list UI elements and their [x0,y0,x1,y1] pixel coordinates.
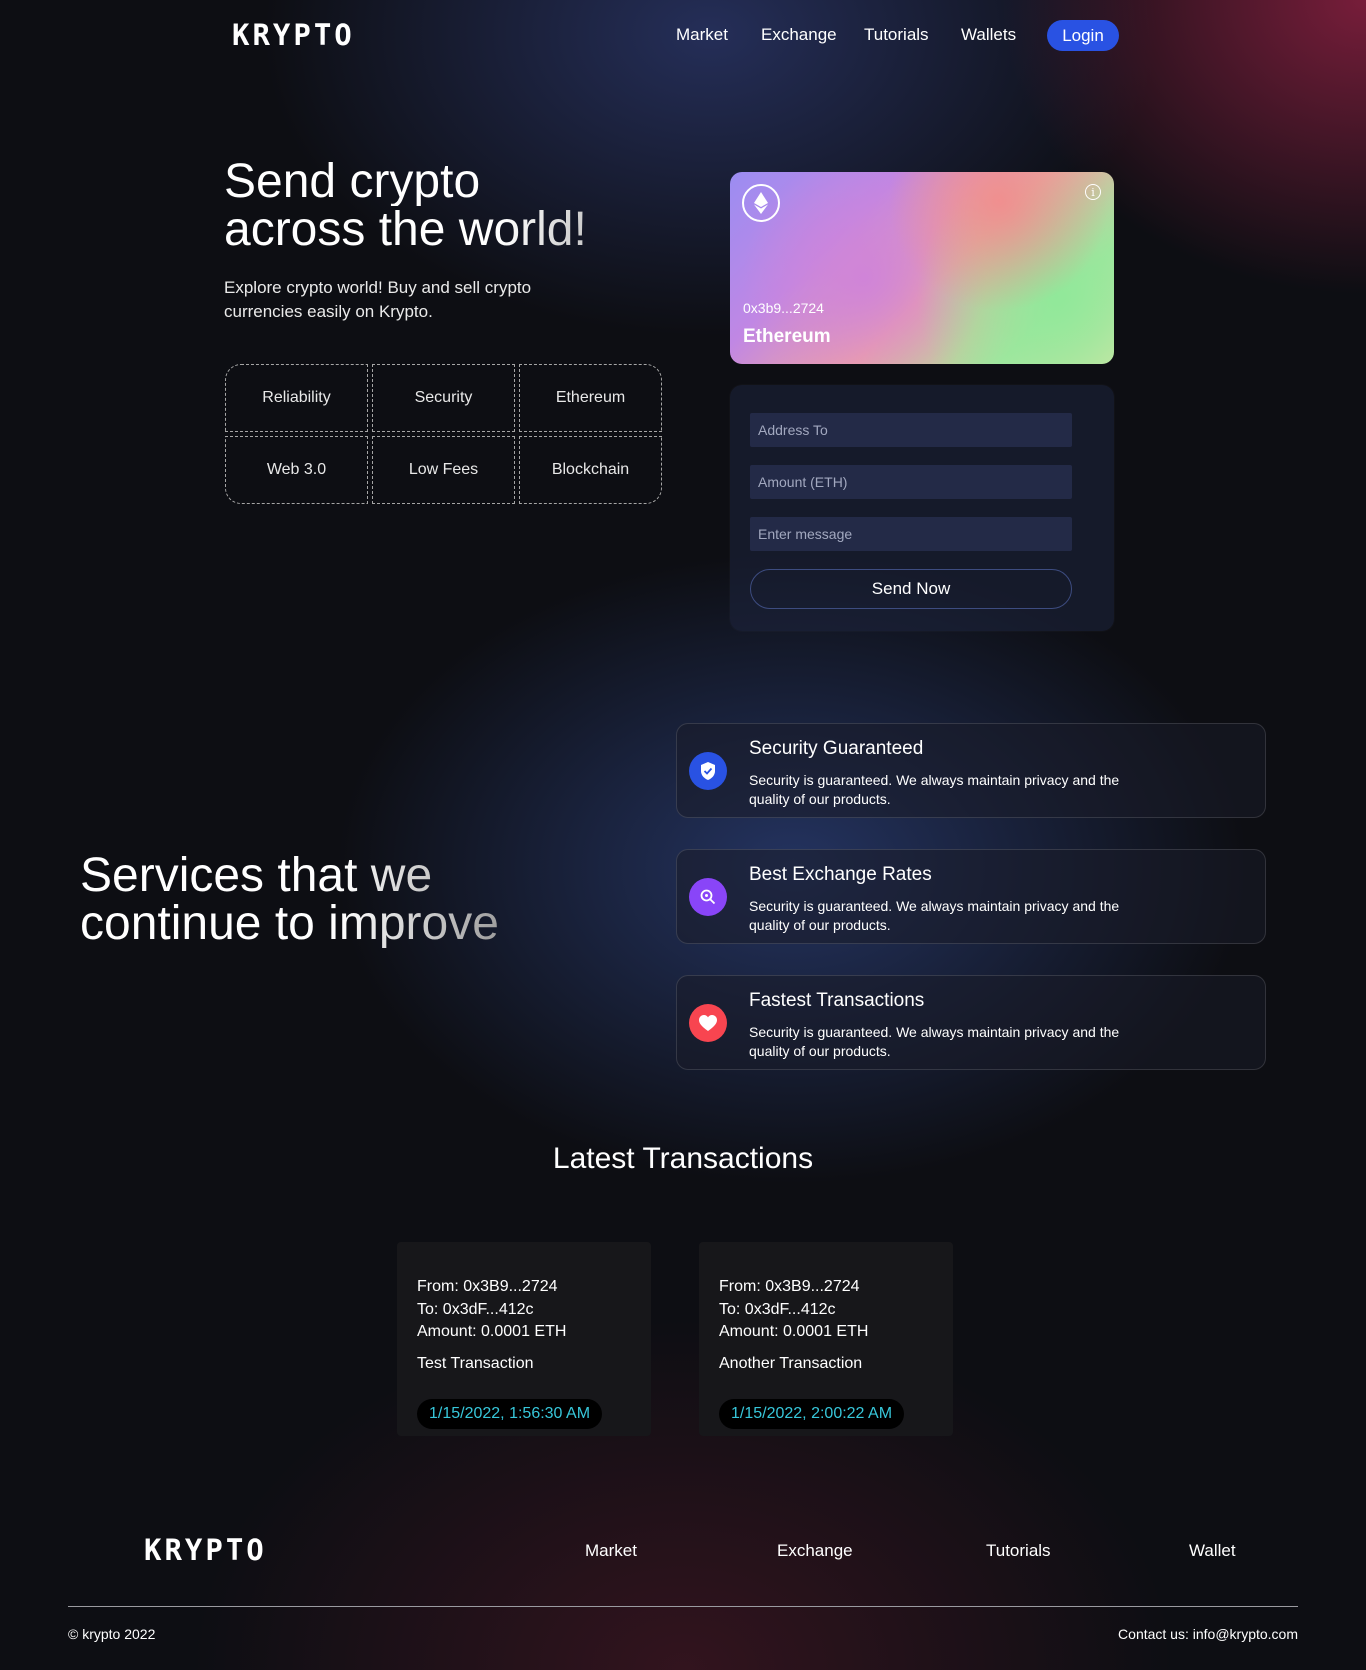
service-card-security: Security Guaranteed Security is guarante… [676,723,1266,818]
transaction-message: Another Transaction [719,1355,863,1372]
feature-blockchain: Blockchain [519,436,662,504]
feature-low-fees: Low Fees [372,436,515,504]
nav-market[interactable]: Market [676,25,728,45]
footer-divider [68,1606,1298,1607]
info-icon[interactable]: i [1085,184,1101,200]
heart-icon [689,1004,727,1042]
shield-icon [689,752,727,790]
hero-description: Explore crypto world! Buy and sell crypt… [224,278,532,321]
message-input[interactable] [750,517,1072,551]
transaction-from: From: 0x3B9...2724 [719,1278,860,1295]
services-title-line2: continue to improve [80,900,550,948]
services-title: Services that we continue to improve [80,852,550,948]
brand-logo[interactable]: KRYPTO [232,18,355,52]
hero-title-line2: across the world! [224,206,684,254]
feature-web3: Web 3.0 [225,436,368,504]
service-text: Security is guaranteed. We always mainta… [749,772,1120,807]
service-text: Security is guaranteed. We always mainta… [749,1024,1120,1059]
transaction-timestamp: 1/15/2022, 2:00:22 AM [719,1399,905,1429]
footer-contact[interactable]: Contact us: info@krypto.com [1118,1626,1298,1642]
card-coin-name: Ethereum [743,326,831,347]
footer-link-market[interactable]: Market [585,1541,637,1561]
transaction-to: To: 0x3dF...412c [719,1301,836,1318]
transaction-amount: Amount: 0.0001 ETH [417,1323,567,1340]
card-address: 0x3b9...2724 [743,300,824,316]
transaction-timestamp: 1/15/2022, 1:56:30 AM [417,1399,603,1429]
send-now-button[interactable]: Send Now [750,569,1072,609]
transaction-card[interactable]: From: 0x3B9...2724 To: 0x3dF...412c Amou… [699,1242,953,1436]
feature-ethereum: Ethereum [519,364,662,432]
feature-security: Security [372,364,515,432]
hero-title: Send crypto across the world! [224,158,684,254]
transaction-from: From: 0x3B9...2724 [417,1278,558,1295]
nav-tutorials[interactable]: Tutorials [864,25,929,45]
service-card-transactions: Fastest Transactions Security is guarant… [676,975,1266,1070]
transaction-amount: Amount: 0.0001 ETH [719,1323,869,1340]
send-form: Send Now [730,385,1114,631]
service-title: Fastest Transactions [749,990,925,1011]
nav-exchange[interactable]: Exchange [761,25,837,45]
transaction-message: Test Transaction [417,1355,534,1372]
footer-link-exchange[interactable]: Exchange [777,1541,853,1561]
service-title: Best Exchange Rates [749,864,932,885]
nav-wallets[interactable]: Wallets [961,25,1016,45]
amount-input[interactable] [750,465,1072,499]
transaction-to: To: 0x3dF...412c [417,1301,534,1318]
ethereum-icon [742,184,780,222]
ethereum-card: i 0x3b9...2724 Ethereum [730,172,1114,364]
footer-link-wallet[interactable]: Wallet [1189,1541,1236,1561]
transactions-title: Latest Transactions [552,1142,814,1175]
footer-link-tutorials[interactable]: Tutorials [986,1541,1051,1561]
hero-title-line1: Send crypto [224,158,684,206]
address-to-input[interactable] [750,413,1072,447]
feature-grid: Reliability Security Ethereum Web 3.0 Lo… [225,364,662,504]
footer-copyright: © krypto 2022 [68,1626,156,1642]
service-text: Security is guaranteed. We always mainta… [749,898,1120,933]
service-card-exchange: Best Exchange Rates Security is guarante… [676,849,1266,944]
feature-reliability: Reliability [225,364,368,432]
transaction-card[interactable]: From: 0x3B9...2724 To: 0x3dF...412c Amou… [397,1242,651,1436]
services-title-line1: Services that we [80,852,550,900]
search-icon [689,878,727,916]
service-title: Security Guaranteed [749,738,924,759]
login-button[interactable]: Login [1047,20,1119,51]
footer-logo[interactable]: KRYPTO [144,1533,267,1567]
